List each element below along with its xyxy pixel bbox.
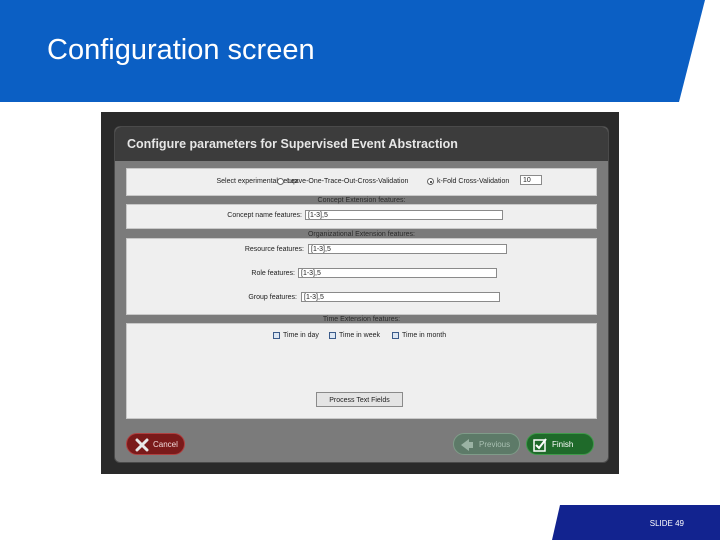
radio-k-fold[interactable] — [427, 178, 434, 185]
configuration-dialog: Configure parameters for Supervised Even… — [114, 126, 609, 463]
x-icon — [135, 438, 149, 452]
checkbox-time-in-week[interactable] — [329, 332, 336, 339]
concept-section-header: Concept Extension features: — [317, 197, 406, 204]
finish-button[interactable]: Finish — [526, 433, 594, 455]
time-section-header: Time Extension features: — [322, 316, 401, 323]
previous-button[interactable]: Previous — [453, 433, 520, 455]
group-features-input[interactable]: [1-3],5 — [301, 292, 500, 302]
cancel-button[interactable]: Cancel — [126, 433, 185, 455]
concept-panel: Concept name features: [1-3],5 — [126, 204, 597, 229]
checkbox-time-in-day-label: Time in day — [283, 332, 319, 339]
slide-title: Configuration screen — [47, 34, 315, 66]
checkbox-time-in-month[interactable] — [392, 332, 399, 339]
radio-leave-one-trace-out-label: Leave-One-Trace-Out-Cross-Validation — [287, 178, 409, 185]
slide-number: SLIDE 49 — [649, 519, 684, 528]
application-screenshot: Configure parameters for Supervised Even… — [101, 112, 619, 474]
k-value-input[interactable]: 10 — [520, 175, 542, 185]
role-features-input[interactable]: [1-3],5 — [298, 268, 497, 278]
resource-features-input[interactable]: [1-3],5 — [308, 244, 507, 254]
checkmark-icon — [533, 438, 547, 452]
concept-name-input[interactable]: [1-3],5 — [305, 210, 503, 220]
arrow-left-icon — [461, 439, 473, 451]
role-features-label: Role features: — [251, 270, 295, 277]
group-features-label: Group features: — [248, 294, 297, 301]
cancel-button-label: Cancel — [153, 440, 178, 449]
organizational-section-header: Organizational Extension features: — [307, 231, 415, 238]
organizational-panel: Resource features: [1-3],5 Role features… — [126, 238, 597, 315]
footer-bar-shape — [552, 505, 720, 540]
checkbox-time-in-month-label: Time in month — [402, 332, 447, 339]
checkbox-time-in-day[interactable] — [273, 332, 280, 339]
concept-name-label: Concept name features: — [227, 212, 302, 219]
slide-footer-bar — [552, 505, 720, 540]
process-text-fields-button[interactable]: Process Text Fields — [316, 392, 403, 407]
experimental-setup-panel: Select experimental setup: Leave-One-Tra… — [126, 168, 597, 196]
resource-features-label: Resource features: — [244, 246, 304, 253]
checkbox-time-in-week-label: Time in week — [339, 332, 380, 339]
previous-button-label: Previous — [479, 440, 511, 449]
dialog-header: Configure parameters for Supervised Even… — [115, 127, 608, 161]
finish-button-label: Finish — [552, 440, 574, 449]
radio-leave-one-trace-out[interactable] — [277, 178, 284, 185]
dialog-title: Configure parameters for Supervised Even… — [127, 137, 458, 151]
radio-k-fold-label: k-Fold Cross-Validation — [437, 178, 510, 185]
